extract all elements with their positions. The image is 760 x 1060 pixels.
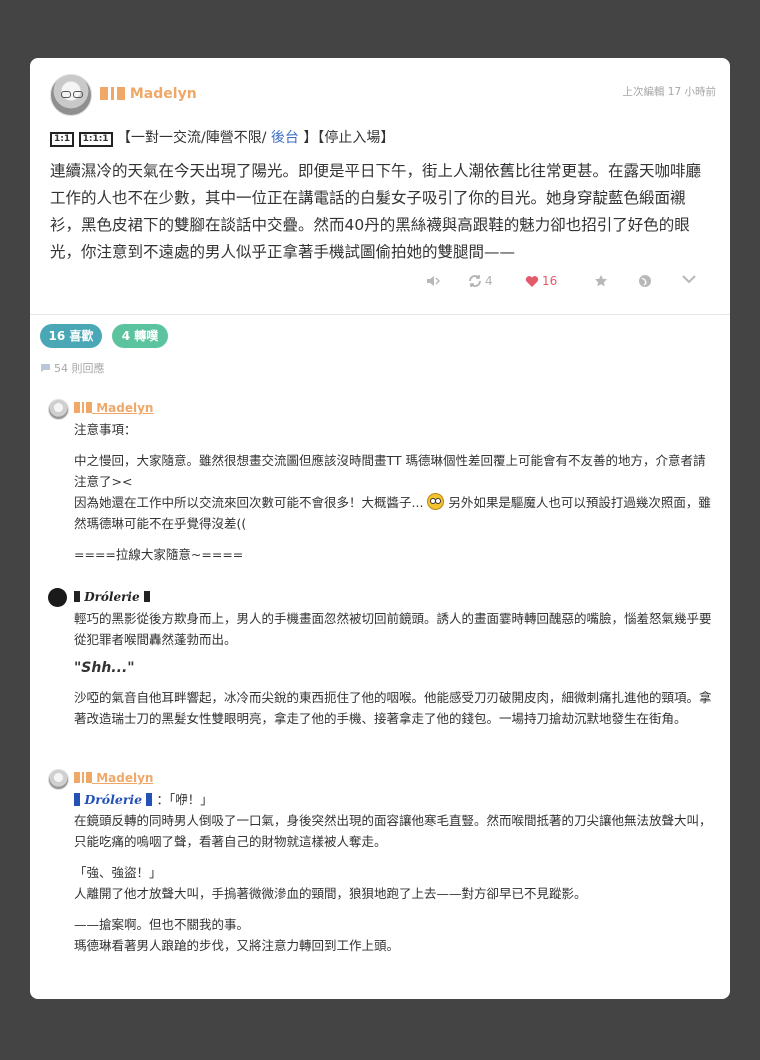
edited-timestamp: 上次編輯 17 小時前 — [622, 86, 716, 98]
star-icon — [595, 275, 607, 287]
reblog-button[interactable]: 4 — [468, 274, 493, 288]
author-name[interactable]: Madelyn — [100, 86, 197, 102]
reblogs-pill[interactable]: 4 轉噗 — [112, 324, 168, 348]
reply-mention-line: Drólerie ：「咿！」 — [74, 789, 712, 810]
replies-count[interactable]: 54 則回應 — [40, 360, 105, 376]
tag-box-2: 1:1:1 — [78, 132, 113, 147]
reply-text: ——搶案啊。但也不關我的事。 — [74, 917, 250, 932]
tag-link[interactable]: 後台 — [271, 130, 299, 146]
reply-item: Madelyn 注意事項： 中之慢回，大家隨意。雖然很想畫交流圖但應該沒時間畫T… — [48, 399, 712, 574]
reply-text: 輕巧的黑影從後方欺身而上，男人的手機畫面忽然被切回前鏡頭。誘人的畫面霎時轉回醜惡… — [74, 611, 712, 647]
reply-header: Drólerie — [48, 588, 712, 608]
reply-text: 在鏡頭反轉的同時男人倒吸了一口氣，身後突然出現的面容讓他寒毛直豎。然而喉間抵著的… — [74, 813, 712, 849]
post-actions: 4 16 — [426, 274, 716, 294]
heart-icon — [525, 275, 539, 287]
post-header: Madelyn 上次編輯 17 小時前 — [50, 74, 716, 118]
reply-body: 輕巧的黑影從後方欺身而上，男人的手機畫面忽然被切回前鏡頭。誘人的畫面霎時轉回醜惡… — [74, 608, 712, 729]
reply-text: ：「咿！」 — [156, 792, 213, 807]
speaker-icon — [427, 276, 440, 286]
tag-close: 】【停止入場】 — [303, 130, 395, 146]
reply-text: 瑪德琳看著男人踉蹌的步伐，又將注意力轉回到工作上頭。 — [74, 938, 400, 953]
emoji-icon — [427, 493, 445, 510]
reply-quote: "Shh..." — [74, 660, 135, 676]
mention-text[interactable]: Drólerie — [84, 792, 142, 807]
like-button[interactable]: 16 — [525, 274, 557, 288]
reply-text: 因為她還在工作中所以交流來回次數可能不會很多！大概醬子... — [74, 495, 424, 510]
reply-item: Madelyn Drólerie ：「咿！」 在鏡頭反轉的同時男人倒吸了一口氣，… — [48, 769, 712, 965]
divider — [30, 314, 730, 315]
author-avatar[interactable] — [50, 74, 92, 116]
reply-paragraph: 因為她還在工作中所以交流來回次數可能不會很多！大概醬子... 另外如果是驅魔人也… — [74, 492, 712, 534]
reply-header: Madelyn — [48, 769, 712, 790]
share-button[interactable] — [638, 274, 652, 288]
mute-button[interactable] — [426, 274, 440, 288]
mention-link[interactable]: Drólerie — [74, 792, 153, 807]
reply-text: 沙啞的氣音自他耳畔響起，冰冷而尖銳的東西扼住了他的咽喉。他能感受刀刃破開皮肉，細… — [74, 690, 712, 726]
reply-author[interactable]: Madelyn — [74, 771, 153, 785]
reblog-count: 4 — [485, 274, 493, 288]
comment-icon — [41, 364, 50, 372]
post-tagline: 1:1 1:1:1 【一對一交流/陣營不限/ 後台 】【停止入場】 — [50, 127, 394, 147]
reblog-icon — [469, 275, 481, 287]
reply-body: 注意事項： 中之慢回，大家隨意。雖然很想畫交流圖但應該沒時間畫TT 瑪德琳個性差… — [74, 419, 712, 565]
reply-author-text[interactable]: Madelyn — [96, 401, 153, 415]
reply-avatar[interactable] — [48, 399, 69, 420]
glasses-icon — [61, 91, 71, 98]
glasses-icon — [73, 91, 83, 98]
replies-count-text: 54 則回應 — [54, 362, 105, 375]
reply-author[interactable]: Madelyn — [74, 401, 153, 415]
reply-body: Drólerie ：「咿！」 在鏡頭反轉的同時男人倒吸了一口氣，身後突然出現的面… — [74, 789, 712, 956]
like-count: 16 — [542, 274, 558, 288]
reply-avatar[interactable] — [48, 588, 67, 607]
more-button[interactable] — [682, 274, 696, 284]
reply-author-text[interactable]: Madelyn — [96, 771, 153, 785]
author-name-text[interactable]: Madelyn — [130, 86, 197, 102]
chevron-down-icon — [682, 275, 696, 284]
plurk-card: Madelyn 上次編輯 17 小時前 1:1 1:1:1 【一對一交流/陣營不… — [30, 58, 730, 999]
likes-pill[interactable]: 16 喜歡 — [40, 324, 102, 348]
reply-text: 中之慢回，大家隨意。雖然很想畫交流圖但應該沒時間畫TT 瑪德琳個性差回覆上可能會… — [74, 453, 706, 489]
reply-author-text[interactable]: Drólerie — [84, 590, 139, 604]
tag-box-1: 1:1 — [50, 132, 75, 147]
reply-header: Madelyn — [48, 399, 712, 420]
reply-text: 注意事項： — [74, 422, 137, 437]
reply-item: Drólerie 輕巧的黑影從後方欺身而上，男人的手機畫面忽然被切回前鏡頭。誘人… — [48, 588, 712, 738]
tag-open: 【一對一交流/陣營不限/ — [117, 130, 267, 146]
post-body: 連續濕冷的天氣在今天出現了陽光。即便是平日下午，街上人潮依舊比往常更甚。在露天咖… — [50, 162, 702, 261]
reply-text: ====拉線大家隨意~==== — [74, 547, 244, 562]
favorite-button[interactable] — [594, 274, 608, 288]
reply-author[interactable]: Drólerie — [74, 590, 150, 604]
reply-text: 「強、強盜！」 — [74, 865, 162, 880]
reply-avatar[interactable] — [48, 769, 69, 790]
globe-icon — [639, 275, 651, 287]
reply-text: 人離開了他才放聲大叫，手摀著微微滲血的頸間，狼狽地跑了上去——對方卻早已不見蹤影… — [74, 886, 587, 901]
